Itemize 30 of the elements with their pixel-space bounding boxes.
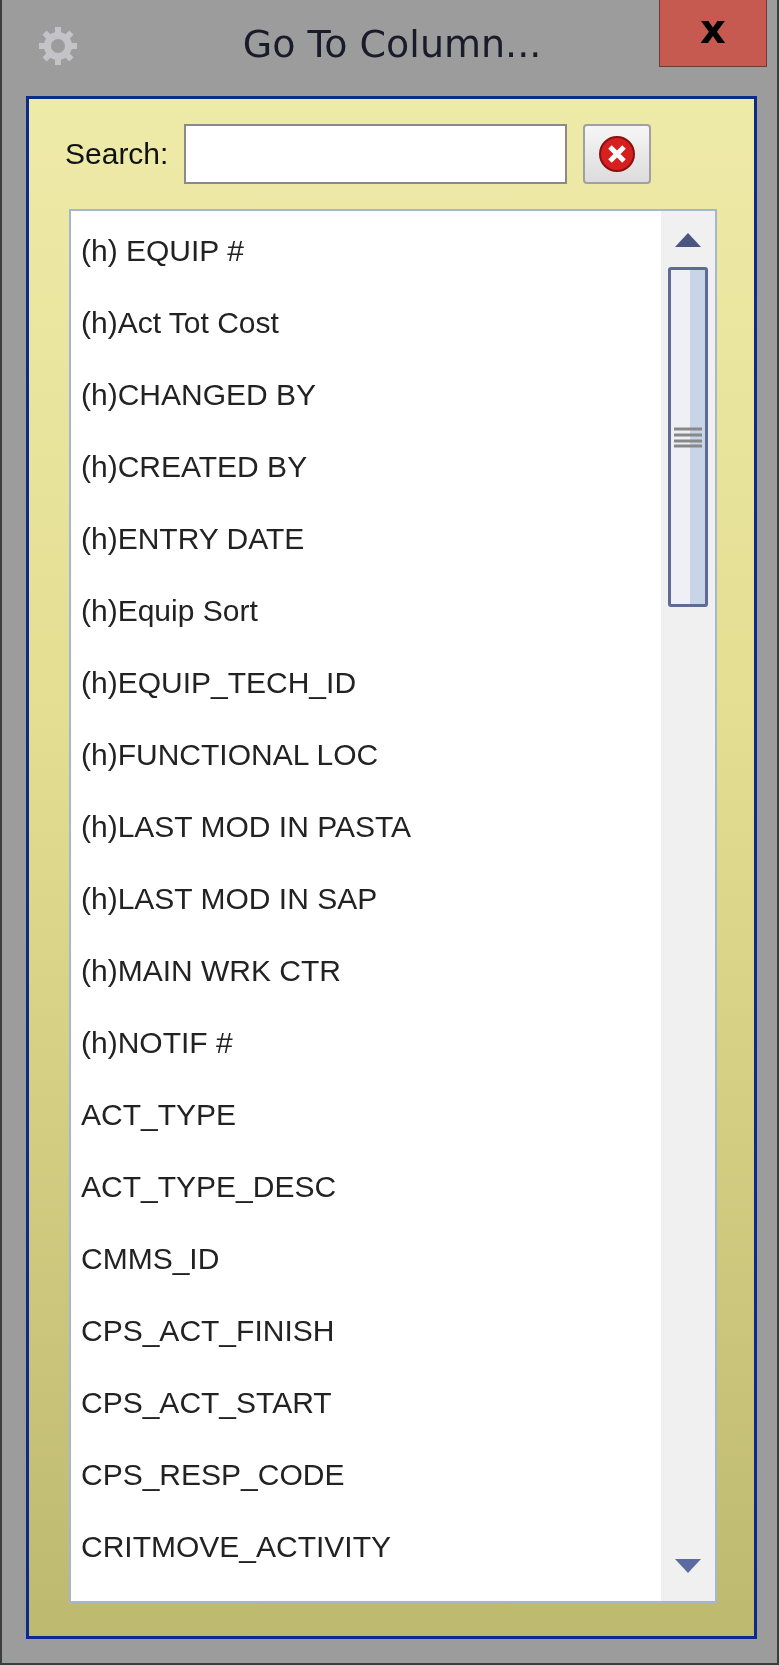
scrollbar[interactable] xyxy=(661,211,715,1601)
column-item[interactable]: (h)EQUIP_TECH_ID xyxy=(81,666,357,700)
column-item[interactable]: (h)Act Tot Cost xyxy=(81,306,279,340)
column-item[interactable]: (h)CREATED BY xyxy=(81,450,308,484)
column-item[interactable]: CRITMOVE_ACTIVITY xyxy=(81,1530,392,1564)
window-title: Go To Column... xyxy=(241,22,543,66)
close-button[interactable]: x xyxy=(659,0,767,67)
scroll-down-icon[interactable] xyxy=(673,1557,703,1575)
column-item[interactable]: (h)MAIN WRK CTR xyxy=(81,954,341,988)
column-item[interactable]: (h)CHANGED BY xyxy=(81,378,317,412)
column-item[interactable]: (h)FUNCTIONAL LOC xyxy=(81,738,379,772)
clear-button[interactable] xyxy=(583,124,652,184)
column-item[interactable]: CMMS_ID xyxy=(81,1242,220,1276)
column-item[interactable]: CPS_ACT_FINISH xyxy=(81,1314,335,1348)
column-item[interactable]: (h)NOTIF # xyxy=(81,1026,233,1060)
clear-icon xyxy=(598,135,637,173)
column-item[interactable]: (h)LAST MOD IN SAP xyxy=(81,882,378,916)
column-item[interactable]: (h)ENTRY DATE xyxy=(81,522,305,556)
column-item[interactable]: ACT_TYPE_DESC xyxy=(81,1170,337,1204)
column-item[interactable]: (h)LAST MOD IN PASTA xyxy=(81,810,412,844)
column-item[interactable]: (h)Equip Sort xyxy=(81,594,258,628)
grip-icon xyxy=(674,427,702,448)
column-item[interactable]: (h) EQUIP # xyxy=(81,234,244,268)
search-field[interactable] xyxy=(184,124,568,184)
column-item[interactable]: ACT_TYPE xyxy=(81,1098,237,1132)
scroll-up-icon[interactable] xyxy=(673,231,703,249)
search-label: Search: xyxy=(65,137,169,171)
scroll-thumb[interactable] xyxy=(668,267,708,607)
column-item[interactable]: CPS_RESP_CODE xyxy=(81,1458,345,1492)
column-item[interactable]: CPS_ACT_START xyxy=(81,1386,332,1420)
